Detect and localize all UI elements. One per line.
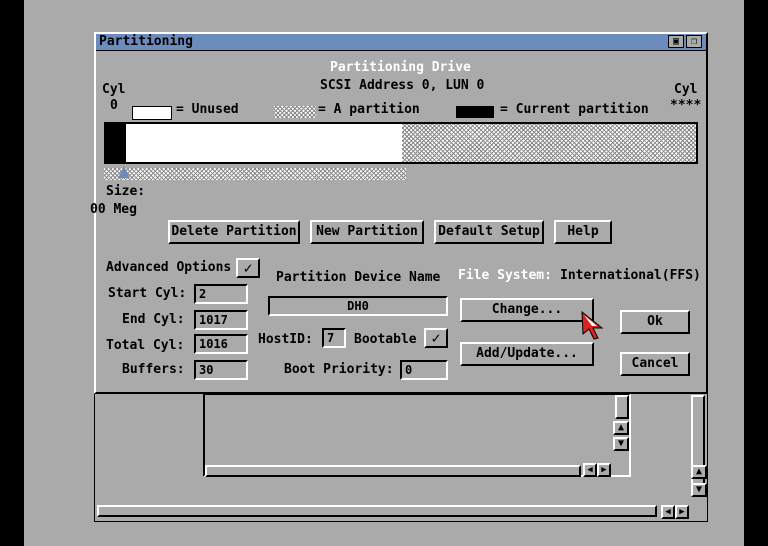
depth-icon[interactable]: ❐: [686, 35, 702, 48]
delete-partition-button[interactable]: Delete Partition: [168, 220, 300, 244]
title-bar[interactable]: Partitioning ▣ ❐: [96, 34, 706, 51]
current-legend: = Current partition: [500, 102, 649, 117]
inner-scroll-right-icon[interactable]: ▶: [597, 463, 611, 477]
buffers-input[interactable]: 30: [194, 360, 248, 380]
boot-priority-label: Boot Priority:: [284, 362, 394, 377]
zoom-icon[interactable]: ▣: [668, 35, 684, 48]
ok-button[interactable]: Ok: [620, 310, 690, 334]
size-label: Size:: [106, 184, 146, 199]
inner-scroll-down-icon[interactable]: ▼: [613, 437, 629, 451]
end-cyl-label: End Cyl:: [122, 312, 185, 327]
cancel-button[interactable]: Cancel: [620, 352, 690, 376]
unused-legend: = Unused: [176, 102, 239, 117]
outer-hscroll-knob[interactable]: [97, 505, 657, 517]
help-button[interactable]: Help: [554, 220, 612, 244]
start-cyl-label: Start Cyl:: [108, 286, 187, 301]
partition-slider-track[interactable]: [104, 168, 406, 180]
unused-swatch: [132, 106, 172, 120]
cyl-right-value: ****: [670, 98, 702, 113]
hostid-input[interactable]: 7: [322, 328, 346, 348]
window-title: Partitioning: [99, 34, 193, 49]
advanced-options-checkbox[interactable]: ✓: [236, 258, 260, 278]
inner-scroll-up-icon[interactable]: ▲: [613, 421, 629, 435]
filesystem-label: File System:: [458, 268, 552, 283]
current-swatch: [456, 106, 494, 118]
start-cyl-input[interactable]: 2: [194, 284, 248, 304]
outer-scroll-right-icon[interactable]: ▶: [675, 505, 689, 519]
current-partition-block[interactable]: [106, 124, 126, 162]
partitioning-window: Partitioning ▣ ❐ Partitioning Drive SCSI…: [90, 32, 708, 394]
inner-scroll-left-icon[interactable]: ◀: [583, 463, 597, 477]
bootable-label: Bootable: [354, 332, 417, 347]
add-update-button[interactable]: Add/Update...: [460, 342, 594, 366]
scsi-address: SCSI Address 0, LUN 0: [320, 78, 485, 93]
total-cyl-label: Total Cyl:: [106, 338, 185, 353]
partition-map[interactable]: [104, 122, 698, 164]
a-partition-swatch: [274, 106, 316, 118]
outer-scroll-up-icon[interactable]: ▲: [691, 465, 707, 479]
end-cyl-input[interactable]: 1017: [194, 310, 248, 330]
inner-scroll-knob[interactable]: [615, 395, 629, 419]
mouse-pointer-icon: [581, 310, 604, 340]
default-setup-button[interactable]: Default Setup: [434, 220, 544, 244]
device-name-label: Partition Device Name: [276, 270, 441, 285]
cyl-left-label: Cyl: [102, 82, 126, 97]
buffers-label: Buffers:: [122, 362, 185, 377]
inner-hscroll-knob[interactable]: [205, 465, 581, 477]
filesystem-value: International(FFS): [560, 268, 701, 283]
outer-scroll-down-icon[interactable]: ▼: [691, 483, 707, 497]
boot-priority-input[interactable]: 0: [400, 360, 448, 380]
size-value: 00 Meg: [90, 202, 137, 217]
advanced-options-label: Advanced Options: [106, 260, 232, 275]
bootable-checkbox[interactable]: ✓: [424, 328, 448, 348]
cyl-left-value: 0: [110, 98, 118, 113]
cyl-right-label: Cyl: [674, 82, 698, 97]
drive-title: Partitioning Drive: [330, 60, 471, 75]
a-partition-block[interactable]: [402, 124, 696, 162]
a-partition-legend: = A partition: [318, 102, 420, 117]
change-button[interactable]: Change...: [460, 298, 594, 322]
total-cyl-input[interactable]: 1016: [194, 334, 248, 354]
slider-pointer-icon[interactable]: [118, 166, 130, 178]
hostid-label: HostID:: [258, 332, 313, 347]
new-partition-button[interactable]: New Partition: [310, 220, 424, 244]
device-name-input[interactable]: DH0: [268, 296, 448, 316]
background-window: ▲ ▼ ◀ ▶ ▲ ▼ ◀ ▶: [94, 392, 708, 522]
outer-scroll-left-icon[interactable]: ◀: [661, 505, 675, 519]
